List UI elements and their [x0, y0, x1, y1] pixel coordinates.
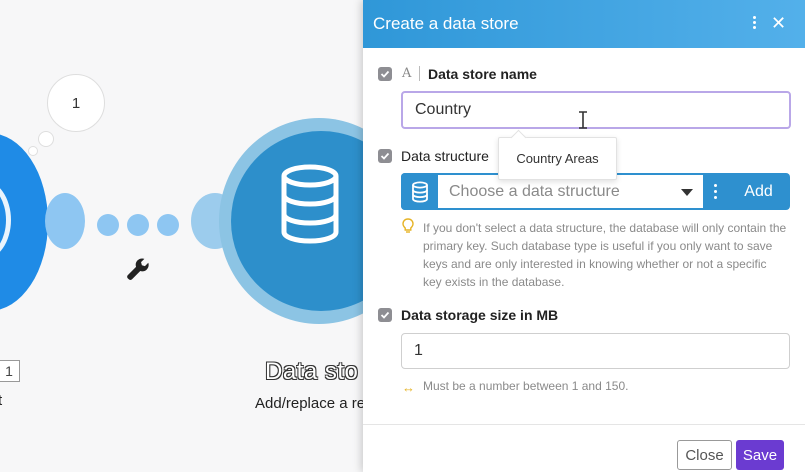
lightbulb-icon	[402, 218, 414, 233]
route-dot	[157, 214, 179, 236]
add-data-structure-button[interactable]: Add	[727, 173, 790, 210]
storage-size-input[interactable]	[401, 333, 790, 369]
field-tooltip: Country Areas	[498, 137, 617, 180]
save-button[interactable]: Save	[736, 440, 784, 470]
database-icon	[281, 164, 339, 244]
data-structure-label: Data structure	[401, 148, 489, 164]
dialog-title: Create a data store	[373, 14, 519, 33]
data-store-name-label: Data store name	[428, 66, 537, 82]
data-structure-hint: If you don't select a data structure, th…	[423, 221, 787, 289]
wrench-icon[interactable]	[125, 256, 151, 282]
chevron-down-icon	[681, 189, 693, 196]
counter-bubble[interactable]: 1	[47, 74, 105, 132]
module-connector-left[interactable]	[45, 193, 85, 249]
storage-size-label: Data storage size in MB	[401, 307, 559, 323]
thought-dot	[28, 146, 38, 156]
close-button[interactable]: Close	[677, 440, 732, 470]
route-dot	[127, 214, 149, 236]
module-title: Data sto	[265, 358, 359, 385]
module-subtitle: Add/replace a re	[255, 395, 366, 412]
type-separator	[419, 66, 420, 81]
route-dot	[97, 214, 119, 236]
close-icon[interactable]: ✕	[771, 13, 786, 33]
dialog-header: Create a data store ✕	[363, 0, 805, 48]
range-arrows-icon: ↔	[402, 380, 415, 395]
more-options-icon[interactable]	[748, 14, 760, 34]
text-cursor-icon	[579, 111, 587, 129]
data-store-name-input[interactable]	[401, 91, 791, 129]
thought-dot	[38, 131, 54, 147]
dialog-footer: Close Save	[363, 424, 805, 472]
previous-module-badge: 1	[0, 360, 20, 382]
field-toggle-checkbox[interactable]	[378, 308, 392, 322]
database-icon[interactable]	[401, 173, 438, 210]
structure-options-icon[interactable]	[703, 173, 727, 210]
field-toggle-checkbox[interactable]	[378, 149, 392, 163]
data-structure-placeholder: Choose a data structure	[449, 182, 620, 200]
previous-module-label: t	[0, 392, 3, 409]
field-toggle-checkbox[interactable]	[378, 67, 392, 81]
create-data-store-dialog: Create a data store ✕ A Data store name …	[363, 0, 805, 472]
text-type-icon: A	[402, 66, 412, 81]
counter-bubble-number: 1	[71, 94, 81, 112]
storage-size-hint: Must be a number between 1 and 150.	[423, 379, 629, 393]
